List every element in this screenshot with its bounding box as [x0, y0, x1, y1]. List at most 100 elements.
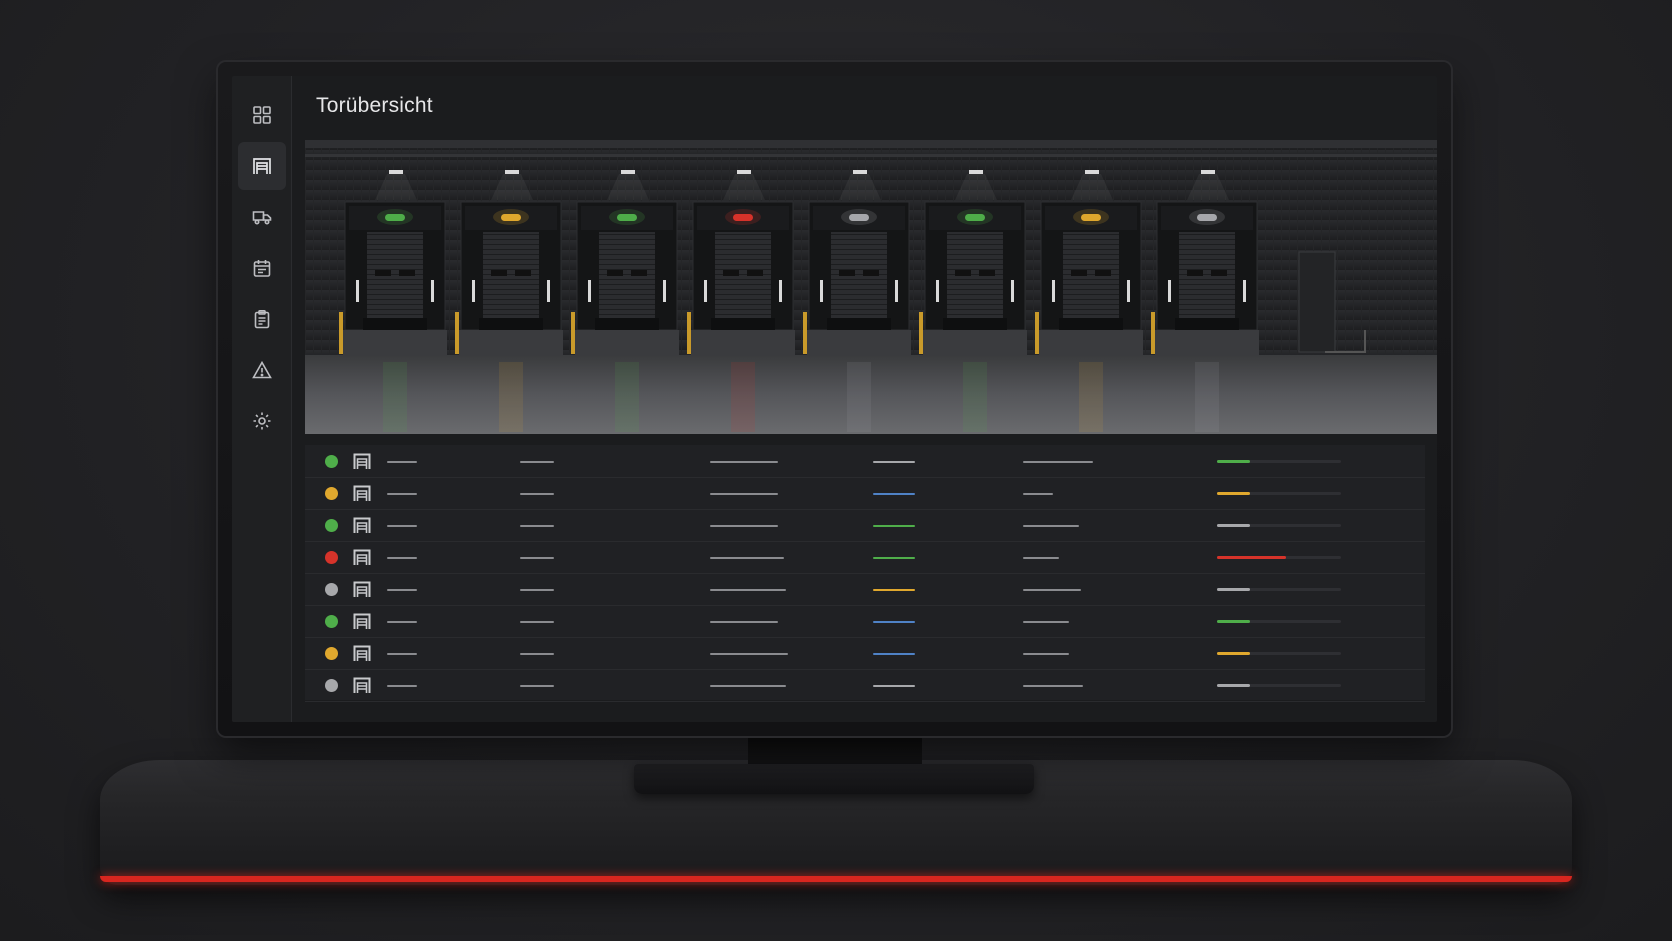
monitor: Torübersicht [218, 62, 1451, 736]
door-window [1187, 270, 1203, 276]
ceiling-lamp [969, 170, 983, 174]
progress-fill [1217, 460, 1251, 463]
door-window [1071, 270, 1087, 276]
progress-bar [1217, 652, 1341, 655]
dashboard-grid-icon [253, 106, 271, 124]
scene: Torübersicht [0, 0, 1672, 941]
ceiling-lamp [1085, 170, 1099, 174]
ceiling-lamp [505, 170, 519, 174]
door-rail-left [1052, 280, 1055, 302]
floor-reflection [963, 362, 987, 432]
floor-reflection [1195, 362, 1219, 432]
progress-bar [1217, 460, 1341, 463]
door-rail-right [1243, 280, 1246, 302]
door-rail-left [472, 280, 475, 302]
cell-placeholder [710, 557, 784, 559]
cell-placeholder [520, 525, 554, 527]
bollard [687, 312, 691, 354]
progress-fill [1217, 620, 1251, 623]
warning-icon [252, 360, 272, 379]
door-window [607, 270, 623, 276]
cell-placeholder [387, 557, 417, 559]
table-row[interactable] [305, 477, 1425, 510]
signal-glow [725, 209, 761, 225]
dock-gate-icon [353, 645, 371, 661]
table-row[interactable] [305, 541, 1425, 574]
nav-settings[interactable] [238, 397, 286, 445]
ceiling-lamp [1201, 170, 1215, 174]
progress-fill [1217, 684, 1251, 687]
nav-dashboard[interactable] [238, 91, 286, 139]
category-tag [873, 525, 915, 527]
signal-glow [1073, 209, 1109, 225]
category-tag [873, 461, 915, 463]
table-row[interactable] [305, 445, 1425, 478]
progress-fill [1217, 492, 1251, 495]
bollard [919, 312, 923, 354]
table-row[interactable] [305, 605, 1425, 638]
truck-icon [252, 211, 272, 225]
signal-glow [377, 209, 413, 225]
nav-schedule[interactable] [238, 244, 286, 292]
floor-reflection [1079, 362, 1103, 432]
table-row[interactable] [305, 637, 1425, 670]
cell-placeholder [710, 589, 786, 591]
floor-reflection [847, 362, 871, 432]
progress-fill [1217, 588, 1251, 591]
cell-placeholder [387, 685, 417, 687]
dock-plate [1059, 318, 1123, 330]
nav-dock-gates[interactable] [238, 142, 286, 190]
nav-tasks[interactable] [238, 295, 286, 343]
nav-trucks[interactable] [238, 193, 286, 241]
floor-reflection [383, 362, 407, 432]
ceiling-lamp [389, 170, 403, 174]
dock-base [1039, 330, 1143, 356]
status-dot [325, 615, 338, 628]
cell-placeholder [1023, 653, 1069, 655]
status-dot [325, 487, 338, 500]
category-tag [873, 653, 915, 655]
bollard [571, 312, 575, 354]
signal-glow [841, 209, 877, 225]
door-window [1211, 270, 1227, 276]
dock-gate-icon [253, 158, 271, 174]
table-row[interactable] [305, 573, 1425, 606]
progress-bar [1217, 684, 1341, 687]
door-rail-left [356, 280, 359, 302]
dock-gate-icon [353, 485, 371, 501]
signal-glow [609, 209, 645, 225]
nav-alerts[interactable] [238, 346, 286, 394]
cell-placeholder [520, 621, 554, 623]
cell-placeholder [1023, 621, 1069, 623]
cell-placeholder [710, 621, 778, 623]
progress-fill [1217, 556, 1287, 559]
table-row[interactable] [305, 509, 1425, 542]
door-rail-right [663, 280, 666, 302]
door-rail-left [588, 280, 591, 302]
door-rail-left [820, 280, 823, 302]
dock-plate [1175, 318, 1239, 330]
cell-placeholder [387, 461, 417, 463]
cell-placeholder [387, 589, 417, 591]
door-window [515, 270, 531, 276]
door-window [491, 270, 507, 276]
door-rail-right [547, 280, 550, 302]
dock-base [923, 330, 1027, 356]
table-row[interactable] [305, 669, 1425, 702]
dock-base [575, 330, 679, 356]
dock-base [459, 330, 563, 356]
signal-glow [1189, 209, 1225, 225]
cell-placeholder [1023, 525, 1079, 527]
status-dot [325, 647, 338, 660]
progress-bar [1217, 524, 1341, 527]
screen: Torübersicht [232, 76, 1437, 722]
door-window [863, 270, 879, 276]
cell-placeholder [387, 621, 417, 623]
bollard [803, 312, 807, 354]
progress-bar [1217, 620, 1341, 623]
door-window [1095, 270, 1111, 276]
status-dot [325, 583, 338, 596]
dock-gate-icon [353, 453, 371, 469]
gate-status-table [305, 445, 1425, 702]
cell-placeholder [520, 589, 554, 591]
